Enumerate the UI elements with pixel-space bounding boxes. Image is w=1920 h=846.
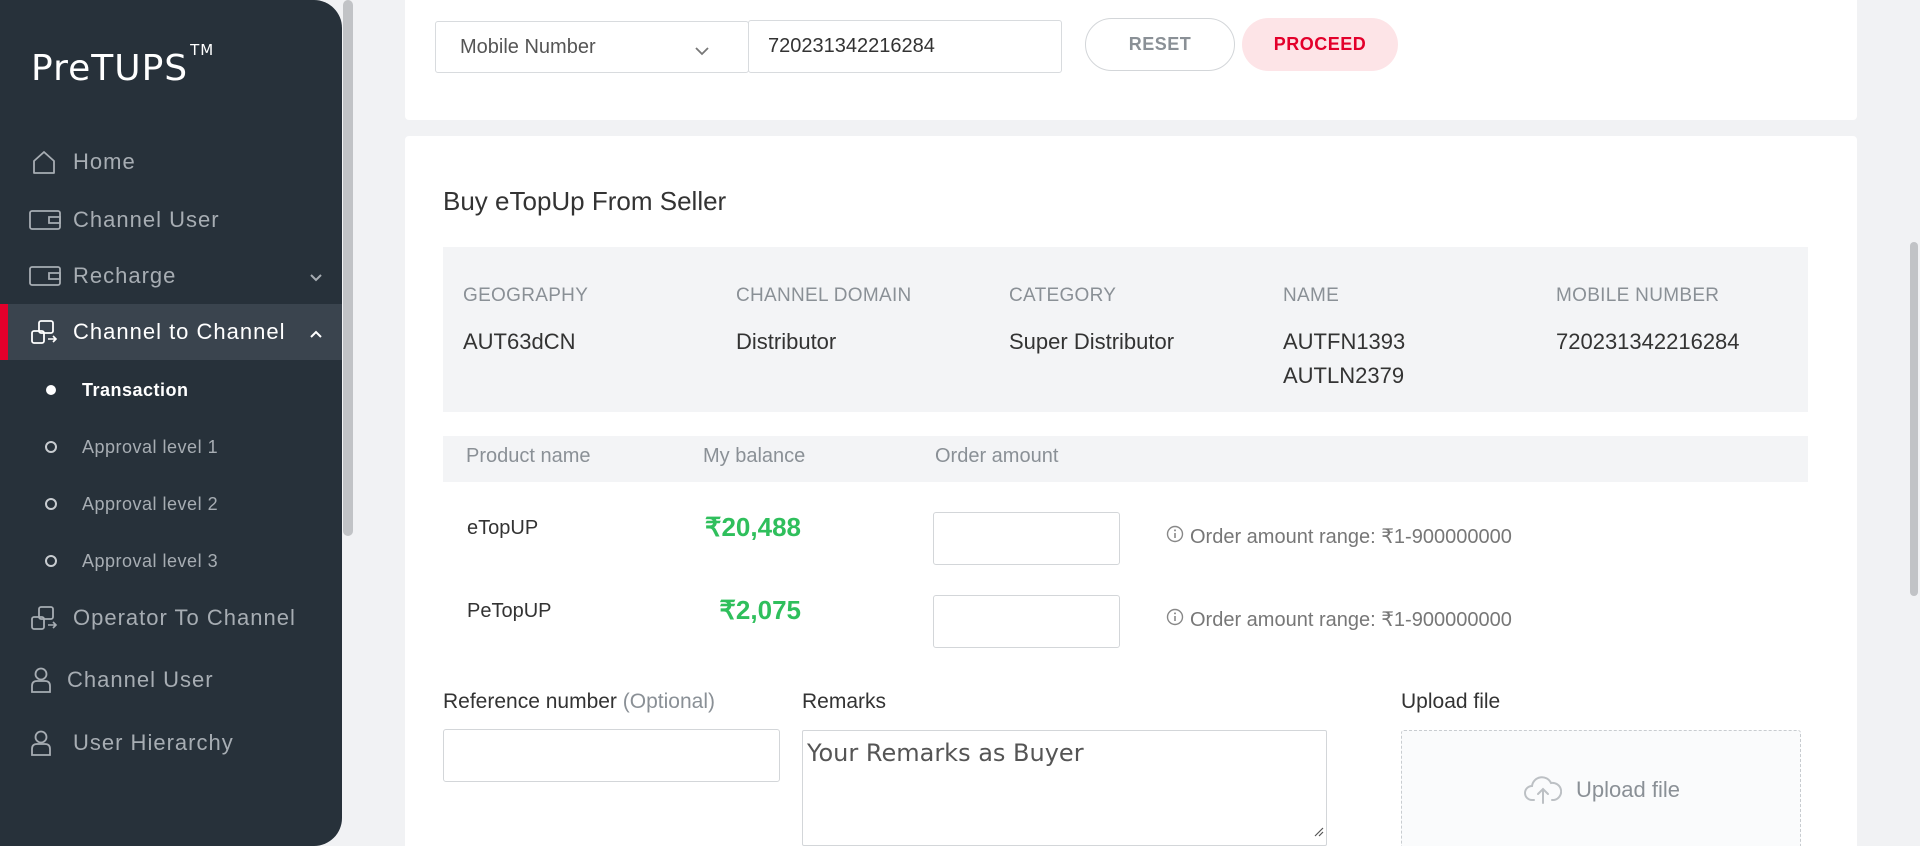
sidebar-item-home[interactable]: Home bbox=[0, 134, 342, 190]
info-icon bbox=[1166, 525, 1184, 549]
sidebar-subitem-approval-2[interactable]: Approval level 2 bbox=[0, 479, 342, 529]
product-name: PeTopUP bbox=[467, 600, 552, 622]
table-row: eTopUP ₹20,488 Order amount range: ₹1-90… bbox=[443, 503, 1808, 573]
resize-handle-icon[interactable] bbox=[1312, 815, 1324, 843]
sidebar-scrollbar[interactable] bbox=[342, 0, 354, 846]
sidebar-item-label: Channel to Channel bbox=[73, 319, 286, 344]
app-logo[interactable]: PreTUPS TM bbox=[31, 41, 214, 89]
product-balance: ₹2,075 bbox=[719, 595, 801, 625]
bullet-icon bbox=[45, 498, 57, 510]
remarks-textarea[interactable]: Your Remarks as Buyer bbox=[802, 730, 1327, 846]
bullet-icon bbox=[46, 385, 56, 395]
channel-domain-field: CHANNEL DOMAIN Distributor bbox=[736, 285, 912, 354]
order-range-hint: Order amount range: ₹1-900000000 bbox=[1166, 607, 1512, 632]
wallet-icon bbox=[29, 261, 61, 291]
table-row: PeTopUP ₹2,075 Order amount range: ₹1-90… bbox=[443, 586, 1808, 656]
order-amount-input[interactable] bbox=[933, 595, 1120, 648]
chevron-down-icon bbox=[308, 266, 324, 292]
sidebar-item-channel-to-channel[interactable]: Channel to Channel bbox=[0, 304, 342, 360]
sidebar-item-recharge[interactable]: Recharge bbox=[0, 248, 342, 304]
column-header: Product name bbox=[466, 445, 591, 467]
column-header: Order amount bbox=[935, 445, 1059, 467]
main-scrollbar[interactable] bbox=[1908, 0, 1920, 846]
scrollbar-thumb[interactable] bbox=[343, 0, 353, 536]
user-icon bbox=[29, 728, 53, 758]
seller-info: GEOGRAPHY AUT63dCN CHANNEL DOMAIN Distri… bbox=[443, 247, 1808, 412]
wallet-icon bbox=[29, 205, 61, 235]
scrollbar-thumb[interactable] bbox=[1910, 242, 1918, 596]
chevron-down-icon bbox=[694, 40, 710, 63]
bullet-icon bbox=[45, 555, 57, 567]
category-field: CATEGORY Super Distributor bbox=[1009, 285, 1175, 354]
product-balance: ₹20,488 bbox=[704, 512, 801, 542]
product-name: eTopUP bbox=[467, 517, 539, 539]
sidebar-item-label: Recharge bbox=[73, 263, 177, 288]
name-field: NAME AUTFN1393 AUTLN2379 bbox=[1283, 285, 1406, 388]
section-title: Buy eTopUp From Seller bbox=[443, 186, 727, 216]
order-amount-input[interactable] bbox=[933, 512, 1120, 565]
upload-file-label: Upload file bbox=[1401, 690, 1501, 713]
sidebar-item-user-hierarchy[interactable]: User Hierarchy bbox=[0, 715, 342, 771]
upload-dropzone[interactable]: Upload file bbox=[1401, 730, 1801, 846]
active-indicator bbox=[0, 304, 8, 360]
chevron-up-icon bbox=[308, 322, 324, 348]
user-icon bbox=[29, 665, 53, 695]
info-icon bbox=[1166, 608, 1184, 632]
sidebar-item-label: Operator To Channel bbox=[73, 605, 296, 630]
transfer-icon bbox=[29, 603, 59, 633]
sidebar-subitem-approval-1[interactable]: Approval level 1 bbox=[0, 422, 342, 472]
sidebar-item-channel-user-2[interactable]: Channel User bbox=[0, 652, 342, 708]
home-icon bbox=[29, 147, 59, 177]
sidebar-item-operator-to-channel[interactable]: Operator To Channel bbox=[0, 590, 342, 646]
sidebar-item-label: User Hierarchy bbox=[73, 730, 234, 755]
proceed-button[interactable]: PROCEED bbox=[1242, 18, 1398, 71]
sidebar-item-label: Channel User bbox=[73, 207, 220, 232]
mobile-number-field: MOBILE NUMBER 720231342216284 bbox=[1556, 285, 1740, 354]
order-range-hint: Order amount range: ₹1-900000000 bbox=[1166, 524, 1512, 549]
sidebar-item-channel-user[interactable]: Channel User bbox=[0, 192, 342, 248]
remarks-label: Remarks bbox=[802, 690, 887, 713]
transfer-icon bbox=[29, 317, 59, 347]
sidebar-item-label: Home bbox=[73, 149, 136, 174]
sidebar-subitem-transaction[interactable]: Transaction bbox=[0, 365, 342, 415]
upload-button[interactable]: Upload file bbox=[1524, 775, 1680, 805]
reference-number-input[interactable] bbox=[443, 729, 780, 782]
column-header: My balance bbox=[703, 445, 806, 467]
reference-number-label: Reference number (Optional) bbox=[443, 690, 715, 713]
geography-field: GEOGRAPHY AUT63dCN bbox=[463, 285, 589, 354]
bullet-icon bbox=[45, 441, 57, 453]
sidebar-subitem-approval-3[interactable]: Approval level 3 bbox=[0, 536, 342, 586]
search-input[interactable]: 720231342216284 bbox=[748, 20, 1062, 73]
cloud-upload-icon bbox=[1524, 776, 1562, 804]
sidebar: PreTUPS TM Home Channel User Recharge Cha… bbox=[0, 0, 342, 846]
search-type-select[interactable]: Mobile Number bbox=[435, 21, 749, 73]
products-table-header: Product name My balance Order amount bbox=[443, 436, 1808, 482]
reset-button[interactable]: RESET bbox=[1085, 18, 1235, 71]
sidebar-item-label: Channel User bbox=[67, 667, 214, 692]
